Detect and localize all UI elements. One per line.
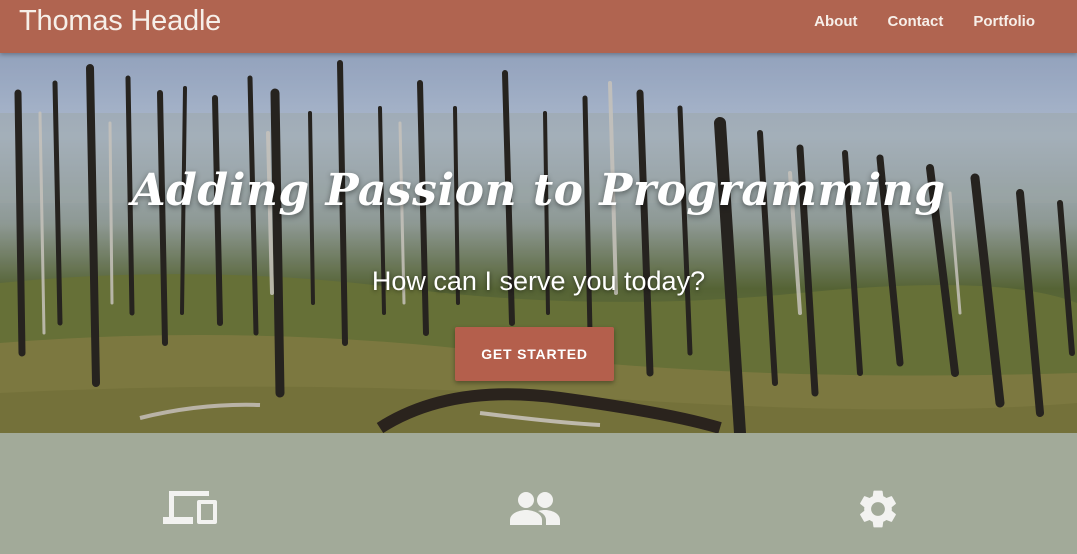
nav-link-portfolio[interactable]: Portfolio xyxy=(973,13,1035,30)
nav-link-about[interactable]: About xyxy=(814,13,857,30)
top-navbar: Thomas Headle About Contact Portfolio xyxy=(0,0,1077,53)
hero-title: Adding Passion to Programming xyxy=(131,165,946,216)
features-section xyxy=(0,433,1077,554)
hero-subtitle: How can I serve you today? xyxy=(371,266,706,296)
nav-link-contact[interactable]: Contact xyxy=(888,13,944,30)
nav-links: About Contact Portfolio xyxy=(814,13,1035,30)
people-icon xyxy=(510,492,560,525)
gear-icon xyxy=(860,490,896,528)
get-started-button[interactable]: GET STARTED xyxy=(455,327,614,381)
brand-name[interactable]: Thomas Headle xyxy=(19,5,221,38)
hero-section: Adding Passion to Programming How can I … xyxy=(0,53,1077,433)
devices-icon xyxy=(163,491,217,524)
